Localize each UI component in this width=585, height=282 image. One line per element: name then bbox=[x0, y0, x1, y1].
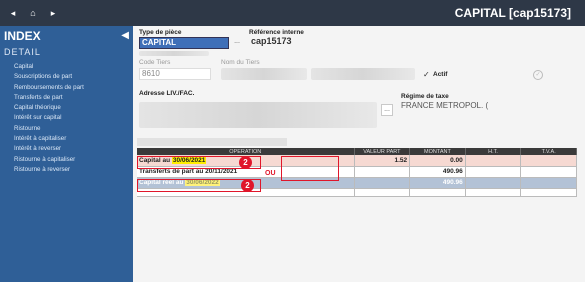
col-ht: H.T. bbox=[465, 148, 522, 155]
tva-cell bbox=[520, 166, 577, 178]
adresse-label: Adresse LIV./FAC. bbox=[139, 90, 195, 97]
col-montant: MONTANT bbox=[409, 148, 466, 155]
code-tiers-field[interactable]: 8610 bbox=[139, 68, 211, 80]
home-icon[interactable]: ⌂ bbox=[28, 8, 38, 19]
sidebar-section-detail: DETAIL bbox=[4, 47, 41, 57]
operation-text: Transferts de part au 20/11/2021 bbox=[139, 168, 238, 175]
check-circle-icon[interactable]: ✓ bbox=[533, 70, 543, 80]
sidebar-item-transferts[interactable]: Transferts de part bbox=[14, 93, 84, 103]
forward-arrow-icon[interactable]: ▸ bbox=[48, 8, 58, 19]
annotation-badge-1: 2 bbox=[239, 156, 252, 169]
valeur-cell bbox=[354, 166, 411, 178]
regime-field[interactable]: FRANCE METROPOL. ( bbox=[399, 101, 491, 113]
sidebar-item-interet-reverser[interactable]: Intérêt à reverser bbox=[14, 144, 84, 154]
code-tiers-label: Code Tiers bbox=[139, 59, 171, 66]
ht-cell bbox=[465, 155, 522, 167]
nav-controls: ◂ ⌂ ▸ bbox=[8, 8, 58, 19]
montant-cell: 0.00 bbox=[409, 155, 466, 167]
check-icon: ✓ bbox=[423, 70, 430, 79]
type-piece-browse-button[interactable]: ... bbox=[231, 37, 243, 49]
annotation-badge-2: 2 bbox=[241, 179, 254, 192]
sidebar-item-capital[interactable]: Capital bbox=[14, 62, 84, 72]
adresse-blurred bbox=[139, 102, 377, 128]
sidebar-header: INDEX bbox=[4, 29, 41, 43]
blurred-section-title bbox=[139, 51, 209, 56]
type-piece-field[interactable]: CAPITAL bbox=[139, 37, 229, 49]
sidebar-item-capital-theorique[interactable]: Capital théorique bbox=[14, 103, 84, 113]
main-panel: Type de pièce CAPITAL ... Référence inte… bbox=[133, 26, 585, 282]
montant-cell: 490.96 bbox=[409, 177, 466, 189]
col-tva: T.V.A. bbox=[520, 148, 577, 155]
sidebar-menu: Capital Souscriptions de part Remboursem… bbox=[14, 62, 84, 175]
sidebar-item-souscriptions[interactable]: Souscriptions de part bbox=[14, 72, 84, 82]
sidebar-item-ristourne-capitaliser[interactable]: Ristourne à capitaliser bbox=[14, 155, 84, 165]
table-header-row: OPERATION VALEUR PART MONTANT H.T. T.V.A… bbox=[137, 148, 577, 155]
col-operation: OPERATION bbox=[137, 148, 355, 155]
regime-label: Régime de taxe bbox=[401, 93, 449, 100]
tva-cell bbox=[520, 177, 577, 189]
table-section-title-blurred bbox=[137, 138, 287, 146]
type-piece-label: Type de pièce bbox=[139, 29, 182, 36]
sidebar-item-ristourne-reverser[interactable]: Ristourne à reverser bbox=[14, 165, 84, 175]
col-valeur-part: VALEUR PART bbox=[354, 148, 411, 155]
sidebar: INDEX ◀ DETAIL Capital Souscriptions de … bbox=[0, 26, 133, 282]
ht-cell bbox=[465, 166, 522, 178]
sidebar-item-interet-capitaliser[interactable]: Intérêt à capitaliser bbox=[14, 134, 84, 144]
ref-interne-label: Référence interne bbox=[249, 29, 304, 36]
ht-cell bbox=[465, 177, 522, 189]
valeur-cell bbox=[354, 177, 411, 189]
annotation-box-ou bbox=[281, 156, 339, 181]
adresse-browse-button[interactable]: ... bbox=[381, 104, 393, 116]
top-bar: ◂ ⌂ ▸ CAPITAL [cap15173] bbox=[0, 0, 585, 26]
montant-cell: 490.96 bbox=[409, 166, 466, 178]
nom-tiers-blurred bbox=[221, 68, 307, 80]
tiers-extra-blurred bbox=[311, 68, 415, 80]
back-arrow-icon[interactable]: ◂ bbox=[8, 8, 18, 19]
annotation-ou: OU bbox=[265, 170, 276, 177]
collapse-sidebar-icon[interactable]: ◀ bbox=[121, 30, 129, 41]
sidebar-item-remboursements[interactable]: Remboursements de part bbox=[14, 83, 84, 93]
sidebar-item-ristourne[interactable]: Ristourne bbox=[14, 124, 84, 134]
sidebar-item-interet-capital[interactable]: Intérêt sur capital bbox=[14, 113, 84, 123]
actif-label: Actif bbox=[433, 71, 448, 78]
nom-tiers-label: Nom du Tiers bbox=[221, 59, 260, 66]
valeur-cell: 1.52 bbox=[354, 155, 411, 167]
tva-cell bbox=[520, 155, 577, 167]
window-title: CAPITAL [cap15173] bbox=[454, 6, 571, 20]
ref-interne-field[interactable]: cap15173 bbox=[249, 36, 369, 48]
